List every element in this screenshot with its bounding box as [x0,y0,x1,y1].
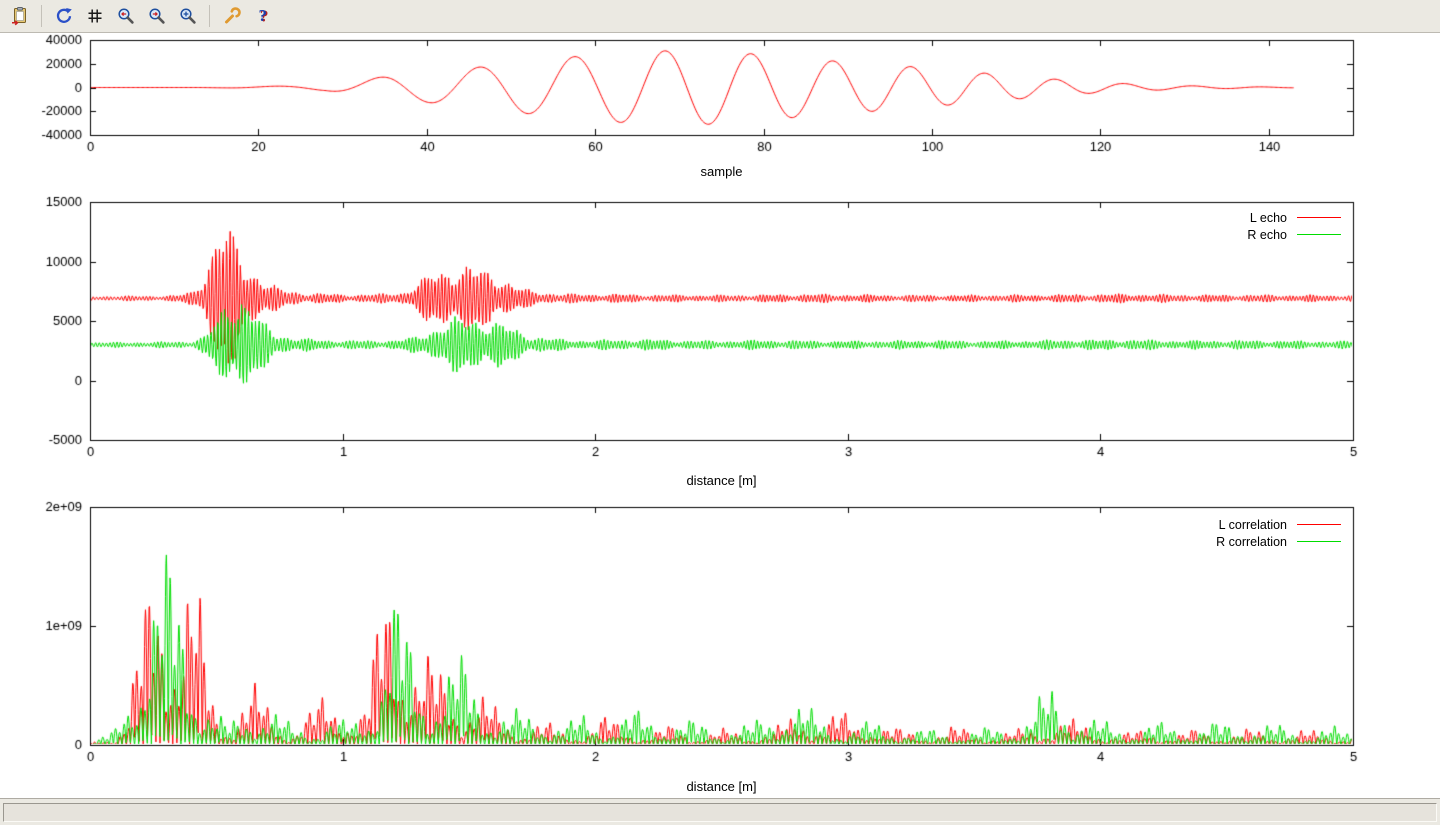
legend-label: R echo [1247,228,1287,242]
magnifier-left-arrow-icon [116,6,136,26]
status-bar [0,798,1440,825]
plot3-xlabel: distance [m] [90,779,1353,794]
legend-label: L echo [1250,211,1287,225]
toolbar-separator [209,5,210,27]
replot-button[interactable] [50,3,77,30]
legend-line-sample [1297,541,1341,542]
legend-label: L correlation [1219,518,1287,532]
legend-label: R correlation [1216,535,1287,549]
grid-toggle-button[interactable] [81,3,108,30]
question-mark-icon: ? ? [253,6,273,26]
zoom-next-button[interactable] [143,3,170,30]
help-button[interactable]: ? ? [249,3,276,30]
config-button[interactable] [218,3,245,30]
legend-entry: R correlation [1216,535,1341,548]
plot-canvas[interactable] [0,0,1440,825]
legend-entry: L correlation [1219,518,1341,531]
status-text [3,803,1437,822]
autoscale-button[interactable] [174,3,201,30]
grid-icon [85,6,105,26]
legend-line-sample [1297,524,1341,525]
legend-entry: L echo [1250,211,1341,224]
wrench-icon [222,6,242,26]
zoom-previous-button[interactable] [112,3,139,30]
magnifier-plus-icon [178,6,198,26]
toolbar: ? ? [0,0,1440,33]
legend-line-sample [1297,234,1341,235]
copy-clipboard-button[interactable] [6,3,33,30]
legend-line-sample [1297,217,1341,218]
plot3-legend: L correlation R correlation [1216,518,1341,548]
svg-text:?: ? [258,6,267,25]
magnifier-right-arrow-icon [147,6,167,26]
refresh-icon [54,6,74,26]
legend-entry: R echo [1247,228,1341,241]
clipboard-icon [10,6,30,26]
plot1-xlabel: sample [90,164,1353,179]
toolbar-separator [41,5,42,27]
plot2-legend: L echo R echo [1247,211,1341,241]
plot2-xlabel: distance [m] [90,473,1353,488]
